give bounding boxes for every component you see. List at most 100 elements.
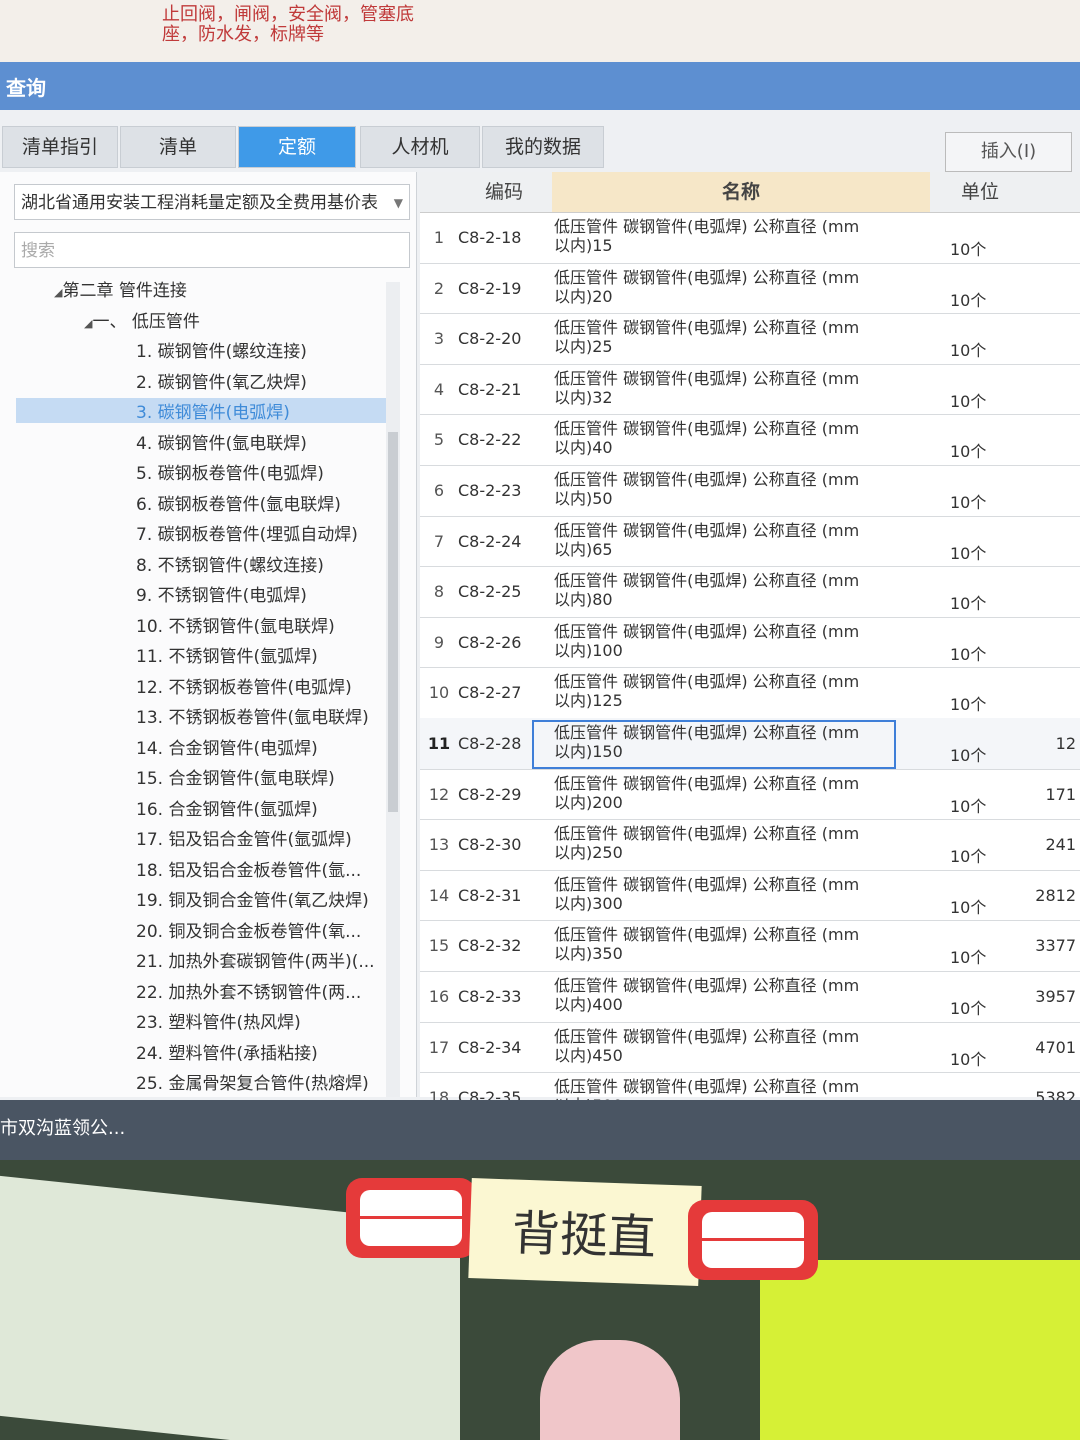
table-row[interactable]: 10 C8-2-27 低压管件 碳钢管件(电弧焊) 公称直径 (mm 以内)125 10… bbox=[420, 667, 1080, 719]
tree-item[interactable]: 17. 铝及铝合金管件(氩弧焊) bbox=[136, 825, 352, 850]
row-number: 16 bbox=[428, 987, 450, 1006]
table-row[interactable]: 9 C8-2-26 低压管件 碳钢管件(电弧焊) 公称直径 (mm 以内)100 10个 bbox=[420, 617, 1080, 669]
tab-labor-material-machine[interactable]: 人材机 bbox=[360, 126, 480, 168]
table-row[interactable]: 12 C8-2-29 低压管件 碳钢管件(电弧焊) 公称直径 (mm 以内)200 10… bbox=[420, 769, 1080, 821]
tree-item[interactable]: 5. 碳钢板卷管件(电弧焊) bbox=[136, 459, 324, 484]
tree-item[interactable]: 4. 碳钢管件(氩电联焊) bbox=[136, 429, 307, 454]
quota-unit: 10个 bbox=[950, 746, 987, 765]
tree-item[interactable]: 14. 合金钢管件(电弧焊) bbox=[136, 734, 318, 759]
quota-name-line2: 以内)450 bbox=[554, 1045, 623, 1065]
quota-name-line2: 以内)25 bbox=[554, 337, 613, 357]
tree-item-label: 14. 合金钢管件(电弧焊) bbox=[136, 738, 318, 759]
tree-item[interactable]: 25. 金属骨架复合管件(热熔焊) bbox=[136, 1069, 369, 1094]
table-row[interactable]: 14 C8-2-31 低压管件 碳钢管件(电弧焊) 公称直径 (mm 以内)300 10… bbox=[420, 870, 1080, 922]
table-row[interactable]: 2 C8-2-19 低压管件 碳钢管件(电弧焊) 公称直径 (mm 以内)20 10个 bbox=[420, 263, 1080, 315]
tree-item[interactable]: 6. 碳钢板卷管件(氩电联焊) bbox=[136, 490, 341, 515]
row-number: 3 bbox=[433, 329, 445, 349]
quota-name-line1: 低压管件 碳钢管件(电弧焊) 公称直径 (mm bbox=[554, 672, 860, 692]
table-row[interactable]: 13 C8-2-30 低压管件 碳钢管件(电弧焊) 公称直径 (mm 以内)250 10… bbox=[420, 819, 1080, 871]
tree-item[interactable]: 10. 不锈钢管件(氩电联焊) bbox=[136, 612, 335, 637]
insert-button[interactable]: 插入(I) bbox=[945, 132, 1072, 172]
tree-item[interactable]: 19. 铜及铜合金管件(氧乙炔焊) bbox=[136, 886, 369, 911]
quota-tree-panel: 湖北省通用安装工程消耗量定额及全费用基价表 ▼ 搜索 ◢第二章 管件连接 ◢一、 … bbox=[0, 172, 417, 1097]
table-row[interactable]: 1 C8-2-18 低压管件 碳钢管件(电弧焊) 公称直径 (mm 以内)15 10个 bbox=[420, 212, 1080, 264]
quota-unit: 10个 bbox=[950, 1049, 987, 1069]
quota-name-line1: 低压管件 碳钢管件(电弧焊) 公称直径 (mm bbox=[554, 470, 860, 489]
quota-code: C8-2-21 bbox=[458, 379, 522, 399]
row-number: 17 bbox=[428, 1037, 450, 1057]
tree-item[interactable]: 20. 铜及铜合金板卷管件(氧... bbox=[136, 917, 361, 942]
tree-item-label: 17. 铝及铝合金管件(氩弧焊) bbox=[136, 830, 352, 850]
tab-my-data[interactable]: 我的数据 bbox=[482, 126, 604, 168]
tree-item[interactable]: 22. 加热外套不锈钢管件(两... bbox=[136, 978, 361, 1003]
quota-unit: 10个 bbox=[950, 948, 987, 968]
quota-name-line1: 低压管件 碳钢管件(电弧焊) 公称直径 (mm bbox=[554, 1026, 860, 1046]
tree-item[interactable]: 21. 加热外套碳钢管件(两半)(... bbox=[136, 947, 375, 972]
dropdown-arrow-icon[interactable]: ▼ bbox=[394, 185, 403, 219]
tree-item[interactable]: 23. 塑料管件(热风焊) bbox=[136, 1008, 301, 1033]
tree-item[interactable]: 24. 塑料管件(承插粘接) bbox=[136, 1039, 318, 1064]
quota-name-line2: 以内)125 bbox=[554, 691, 623, 711]
name-header[interactable]: 名称 bbox=[552, 172, 930, 213]
quota-name: 低压管件 碳钢管件(电弧焊) 公称直径 (mm 以内)40 bbox=[554, 419, 924, 457]
table-row[interactable]: 11 C8-2-28 低压管件 碳钢管件(电弧焊) 公称直径 (mm 以内)150 10… bbox=[420, 718, 1080, 770]
table-row[interactable]: 16 C8-2-33 低压管件 碳钢管件(电弧焊) 公称直径 (mm 以内)400 10… bbox=[420, 971, 1080, 1023]
tab-quota[interactable]: 定额 bbox=[238, 126, 356, 168]
tree-item[interactable]: 7. 碳钢板卷管件(埋弧自动焊) bbox=[136, 520, 358, 545]
taskbar-app-item[interactable]: 市双沟蓝领公... bbox=[0, 1114, 125, 1140]
table-row[interactable]: 8 C8-2-25 低压管件 碳钢管件(电弧焊) 公称直径 (mm 以内)80 10个 bbox=[420, 566, 1080, 618]
row-number: 1 bbox=[433, 228, 445, 247]
quota-name: 低压管件 碳钢管件(电弧焊) 公称直径 (mm 以内)350 bbox=[554, 925, 924, 963]
table-row[interactable]: 4 C8-2-21 低压管件 碳钢管件(电弧焊) 公称直径 (mm 以内)32 10个 bbox=[420, 364, 1080, 416]
tree-item-label: 11. 不锈钢管件(氩弧焊) bbox=[136, 647, 318, 667]
tree-item-label: 19. 铜及铜合金管件(氧乙炔焊) bbox=[136, 891, 369, 911]
tree-item[interactable]: 13. 不锈钢板卷管件(氩电联焊) bbox=[136, 703, 369, 728]
row-number: 8 bbox=[433, 582, 445, 602]
quota-name: 低压管件 碳钢管件(电弧焊) 公称直径 (mm 以内)65 bbox=[554, 521, 924, 559]
unit-header[interactable]: 单位 bbox=[930, 172, 1030, 213]
quota-unit: 10个 bbox=[950, 290, 987, 310]
tree-item[interactable]: 11. 不锈钢管件(氩弧焊) bbox=[136, 642, 318, 667]
table-row[interactable]: 5 C8-2-22 低压管件 碳钢管件(电弧焊) 公称直径 (mm 以内)40 10个 bbox=[420, 414, 1080, 466]
tree-item-label: 21. 加热外套碳钢管件(两半)(... bbox=[136, 952, 375, 972]
tree-item[interactable]: 1. 碳钢管件(螺纹连接) bbox=[136, 337, 307, 362]
tree-scrollbar[interactable] bbox=[386, 282, 400, 1097]
tree-item[interactable]: 2. 碳钢管件(氧乙炔焊) bbox=[136, 368, 307, 393]
quota-name-line2: 以内)400 bbox=[554, 995, 623, 1014]
tab-bill-guide[interactable]: 清单指引 bbox=[2, 126, 118, 168]
code-header[interactable]: 编码 bbox=[456, 172, 552, 213]
tree-item[interactable]: 3. 碳钢管件(电弧焊) bbox=[16, 398, 386, 423]
row-number: 12 bbox=[428, 784, 450, 804]
tree-item[interactable]: 16. 合金钢管件(氩弧焊) bbox=[136, 795, 318, 820]
quota-name-line2: 以内)65 bbox=[554, 539, 613, 559]
tree-item[interactable]: 15. 合金钢管件(氩电联焊) bbox=[136, 764, 335, 789]
scrollbar-thumb[interactable] bbox=[388, 432, 398, 812]
tree-item-label: 8. 不锈钢管件(螺纹连接) bbox=[136, 555, 324, 576]
tab-bill[interactable]: 清单 bbox=[120, 126, 236, 168]
tree-item-label: 10. 不锈钢管件(氩电联焊) bbox=[136, 616, 335, 637]
tree-item-label: 2. 碳钢管件(氧乙炔焊) bbox=[136, 372, 307, 393]
tree-item[interactable]: ◢第二章 管件连接 bbox=[54, 276, 187, 301]
tree-item-label: 一、 低压管件 bbox=[92, 311, 200, 332]
tree-item[interactable]: 18. 铝及铝合金板卷管件(氩... bbox=[136, 856, 361, 881]
quota-name-line1: 低压管件 碳钢管件(电弧焊) 公称直径 (mm bbox=[554, 419, 860, 439]
table-row[interactable]: 7 C8-2-24 低压管件 碳钢管件(电弧焊) 公称直径 (mm 以内)65 10个 bbox=[420, 516, 1080, 568]
tree-item-label: 23. 塑料管件(热风焊) bbox=[136, 1013, 301, 1033]
quota-database-select[interactable]: 湖北省通用安装工程消耗量定额及全费用基价表 ▼ bbox=[14, 184, 410, 220]
table-row[interactable]: 3 C8-2-20 低压管件 碳钢管件(电弧焊) 公称直径 (mm 以内)25 10个 bbox=[420, 313, 1080, 365]
table-row[interactable]: 6 C8-2-23 低压管件 碳钢管件(电弧焊) 公称直径 (mm 以内)50 10个 bbox=[420, 465, 1080, 517]
price-header[interactable] bbox=[1030, 172, 1080, 213]
table-row[interactable]: 17 C8-2-34 低压管件 碳钢管件(电弧焊) 公称直径 (mm 以内)450 10… bbox=[420, 1022, 1080, 1074]
tree-item[interactable]: 8. 不锈钢管件(螺纹连接) bbox=[136, 551, 324, 576]
tree-item[interactable]: 9. 不锈钢管件(电弧焊) bbox=[136, 581, 307, 606]
search-input[interactable]: 搜索 bbox=[14, 232, 410, 268]
quota-price: 3377 bbox=[1035, 936, 1076, 956]
tree-item[interactable]: 12. 不锈钢板卷管件(电弧焊) bbox=[136, 673, 352, 698]
document-line-2: 座，防水发，标牌等 bbox=[162, 24, 324, 45]
tree-item[interactable]: ◢一、 低压管件 bbox=[84, 307, 200, 332]
quota-name: 低压管件 碳钢管件(电弧焊) 公称直径 (mm 以内)80 bbox=[554, 571, 924, 609]
row-number: 7 bbox=[433, 531, 445, 551]
quota-name-line1: 低压管件 碳钢管件(电弧焊) 公称直径 (mm bbox=[554, 621, 860, 641]
table-row[interactable]: 15 C8-2-32 低压管件 碳钢管件(电弧焊) 公称直径 (mm 以内)350 10… bbox=[420, 920, 1080, 972]
quota-name-line1: 低压管件 碳钢管件(电弧焊) 公称直径 (mm bbox=[554, 520, 860, 540]
